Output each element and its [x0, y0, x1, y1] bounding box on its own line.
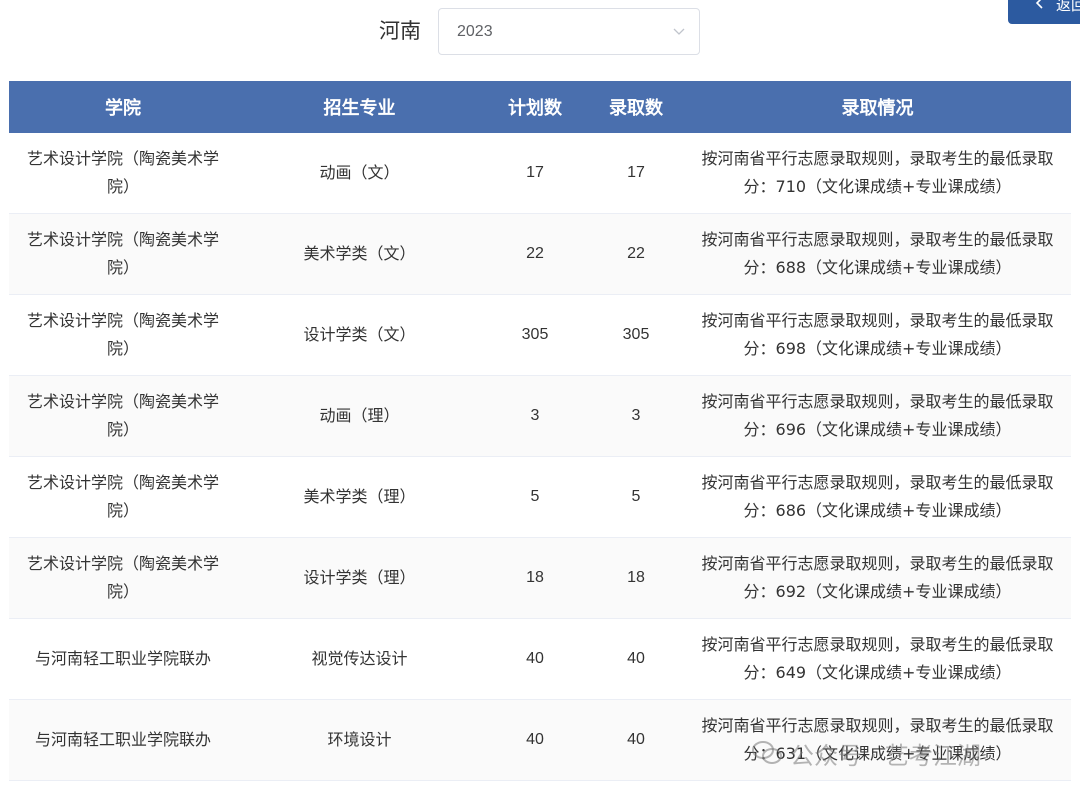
- cell-major: 动画（文）: [237, 133, 482, 214]
- year-select-value: 2023: [457, 23, 493, 40]
- cell-admitted: 18: [588, 537, 684, 619]
- cell-college: 艺术设计学院（陶瓷美术学院）: [9, 294, 237, 376]
- cell-admitted: 17: [588, 133, 684, 214]
- cell-plan: 305: [482, 294, 588, 376]
- table-row: 与河南轻工职业学院联办 视觉传达设计 40 40 按河南省平行志愿录取规则，录取…: [9, 618, 1071, 700]
- cell-major: 美术学类（理）: [237, 456, 482, 538]
- year-select[interactable]: 2023: [438, 8, 700, 55]
- cell-status: 按河南省平行志愿录取规则，录取考生的最低录取分：696（文化课成绩+专业课成绩）: [684, 375, 1071, 457]
- cell-college: 艺术设计学院（陶瓷美术学院）: [9, 213, 237, 295]
- cell-college: 与河南轻工职业学院联办: [9, 618, 237, 700]
- chevron-down-icon: [673, 28, 685, 35]
- cell-major: 视觉传达设计: [237, 618, 482, 700]
- cell-major: 动画（理）: [237, 375, 482, 457]
- table-row: 艺术设计学院（陶瓷美术学院） 动画（文） 17 17 按河南省平行志愿录取规则，…: [9, 133, 1071, 214]
- cell-college: 艺术设计学院（陶瓷美术学院）: [9, 456, 237, 538]
- table-row: 艺术设计学院（陶瓷美术学院） 设计学类（文） 305 305 按河南省平行志愿录…: [9, 294, 1071, 376]
- cell-status: 按河南省平行志愿录取规则，录取考生的最低录取分：692（文化课成绩+专业课成绩）: [684, 537, 1071, 619]
- header-plan: 计划数: [482, 81, 588, 133]
- header-status: 录取情况: [684, 81, 1071, 133]
- cell-status: 按河南省平行志愿录取规则，录取考生的最低录取分：698（文化课成绩+专业课成绩）: [684, 294, 1071, 376]
- table-row: 艺术设计学院（陶瓷美术学院） 设计学类（理） 18 18 按河南省平行志愿录取规…: [9, 537, 1071, 619]
- cell-admitted: 40: [588, 618, 684, 700]
- cell-major: 设计学类（文）: [237, 294, 482, 376]
- cell-plan: 3: [482, 375, 588, 457]
- cell-status: 按河南省平行志愿录取规则，录取考生的最低录取分：688（文化课成绩+专业课成绩）: [684, 213, 1071, 295]
- header-major: 招生专业: [237, 81, 482, 133]
- cell-admitted: 40: [588, 699, 684, 781]
- cell-college: 与河南轻工职业学院联办: [9, 699, 237, 781]
- back-button[interactable]: 返回: [1008, 0, 1080, 24]
- cell-college: 艺术设计学院（陶瓷美术学院）: [9, 537, 237, 619]
- table-row: 与河南轻工职业学院联办 环境设计 40 40 按河南省平行志愿录取规则，录取考生…: [9, 699, 1071, 781]
- table-header-row: 学院 招生专业 计划数 录取数 录取情况: [9, 81, 1071, 133]
- cell-status: 按河南省平行志愿录取规则，录取考生的最低录取分：649（文化课成绩+专业课成绩）: [684, 618, 1071, 700]
- cell-status: 按河南省平行志愿录取规则，录取考生的最低录取分：631（文化课成绩+专业课成绩）: [684, 699, 1071, 781]
- cell-status: 按河南省平行志愿录取规则，录取考生的最低录取分：686（文化课成绩+专业课成绩）: [684, 456, 1071, 538]
- admission-table: 学院 招生专业 计划数 录取数 录取情况 艺术设计学院（陶瓷美术学院） 动画（文…: [9, 81, 1071, 781]
- cell-major: 设计学类（理）: [237, 537, 482, 619]
- cell-college: 艺术设计学院（陶瓷美术学院）: [9, 133, 237, 214]
- cell-plan: 22: [482, 213, 588, 295]
- cell-admitted: 305: [588, 294, 684, 376]
- cell-plan: 18: [482, 537, 588, 619]
- cell-major: 环境设计: [237, 699, 482, 781]
- cell-admitted: 5: [588, 456, 684, 538]
- cell-plan: 5: [482, 456, 588, 538]
- cell-plan: 40: [482, 618, 588, 700]
- chevron-left-icon: [1035, 0, 1043, 9]
- cell-major: 美术学类（文）: [237, 213, 482, 295]
- province-label: 河南: [379, 19, 421, 43]
- table-row: 艺术设计学院（陶瓷美术学院） 动画（理） 3 3 按河南省平行志愿录取规则，录取…: [9, 375, 1071, 457]
- cell-plan: 17: [482, 133, 588, 214]
- cell-admitted: 3: [588, 375, 684, 457]
- table-row: 艺术设计学院（陶瓷美术学院） 美术学类（文） 22 22 按河南省平行志愿录取规…: [9, 213, 1071, 295]
- cell-admitted: 22: [588, 213, 684, 295]
- cell-college: 艺术设计学院（陶瓷美术学院）: [9, 375, 237, 457]
- cell-plan: 40: [482, 699, 588, 781]
- header-admitted: 录取数: [588, 81, 684, 133]
- table-row: 艺术设计学院（陶瓷美术学院） 美术学类（理） 5 5 按河南省平行志愿录取规则，…: [9, 456, 1071, 538]
- back-button-label: 返回: [1056, 0, 1080, 14]
- cell-status: 按河南省平行志愿录取规则，录取考生的最低录取分：710（文化课成绩+专业课成绩）: [684, 133, 1071, 214]
- header-college: 学院: [9, 81, 237, 133]
